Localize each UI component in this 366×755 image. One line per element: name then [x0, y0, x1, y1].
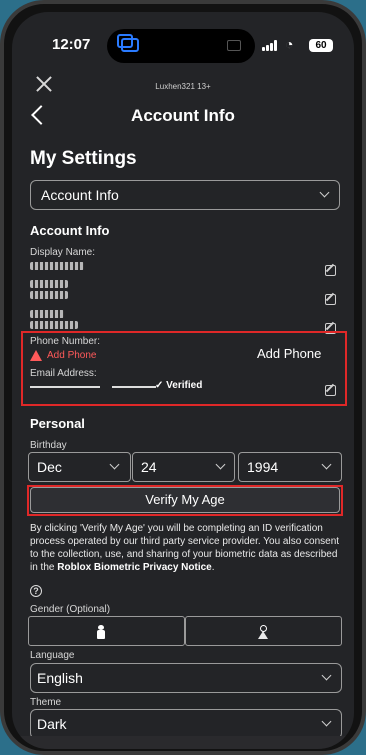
email-address-label: Email Address:: [30, 368, 97, 379]
theme-value: Dark: [37, 716, 67, 732]
camera-indicator-icon: [227, 40, 241, 51]
status-bar: 12:07 ◔ 60: [12, 12, 354, 64]
male-icon: [97, 625, 105, 639]
redacted-field-line-1: [30, 310, 64, 318]
settings-section-select[interactable]: Account Info: [30, 180, 340, 210]
birth-day-select[interactable]: 24: [132, 452, 235, 482]
email-verified-status: ✓ Verified: [155, 380, 203, 391]
chevron-down-icon: [109, 459, 120, 470]
birth-month-value: Dec: [37, 459, 62, 475]
birth-year-value: 1994: [247, 459, 279, 475]
screen-mirror-icon: [117, 34, 139, 52]
birth-year-select[interactable]: 1994: [238, 452, 342, 482]
edit-email-icon[interactable]: [325, 385, 336, 396]
settings-heading: My Settings: [30, 148, 137, 169]
bottom-edge: [12, 736, 354, 749]
language-value: English: [37, 670, 83, 686]
personal-section-title: Personal: [30, 416, 85, 431]
username-label: Luxhen321 13+: [155, 82, 211, 91]
theme-select[interactable]: Dark: [30, 709, 342, 739]
chevron-down-icon: [321, 716, 332, 727]
help-icon[interactable]: ?: [30, 585, 42, 597]
chevron-down-icon: [215, 459, 226, 470]
language-select[interactable]: English: [30, 663, 342, 693]
add-phone-button[interactable]: Add Phone: [257, 346, 321, 361]
edit-display-name-icon[interactable]: [325, 265, 336, 276]
gender-male-button[interactable]: [28, 616, 185, 646]
redacted-display-name: [30, 262, 84, 270]
app-screen: 12:07 ◔ 60 Luxhen321 13+ Account Info My…: [12, 12, 354, 749]
verify-my-age-button[interactable]: Verify My Age: [30, 487, 340, 513]
settings-section-value: Account Info: [41, 187, 119, 203]
status-time: 12:07: [52, 36, 91, 53]
chevron-down-icon: [321, 670, 332, 681]
dynamic-island: [107, 29, 255, 63]
gender-female-button[interactable]: [185, 616, 342, 646]
wifi-icon: ◔: [285, 36, 294, 52]
top-bar: Luxhen321 13+: [12, 68, 354, 98]
page-title: Account Info: [131, 106, 235, 125]
redacted-username-line-1: [30, 280, 68, 288]
redacted-username-line-2: [30, 291, 68, 299]
birth-day-value: 24: [141, 459, 157, 475]
warning-icon: [30, 350, 42, 361]
display-name-label: Display Name:: [30, 247, 96, 258]
battery-indicator: 60: [309, 39, 333, 52]
verify-disclaimer: By clicking 'Verify My Age' you will be …: [30, 523, 340, 573]
theme-label: Theme: [30, 697, 62, 708]
phone-frame: 12:07 ◔ 60 Luxhen321 13+ Account Info My…: [0, 0, 366, 755]
page-header: Account Info: [12, 100, 354, 136]
phone-number-label: Phone Number:: [30, 336, 101, 347]
chevron-down-icon: [319, 187, 330, 198]
redacted-field-line-2: [30, 321, 78, 329]
account-info-title: Account Info: [30, 223, 110, 238]
chevron-down-icon: [321, 459, 332, 470]
language-label: Language: [30, 650, 75, 661]
biometric-privacy-notice-link[interactable]: Roblox Biometric Privacy Notice: [57, 562, 212, 573]
birthday-label: Birthday: [30, 440, 67, 451]
checkmark-icon: ✓: [155, 380, 167, 391]
birth-month-select[interactable]: Dec: [28, 452, 131, 482]
gender-label: Gender (Optional): [30, 604, 111, 615]
edit-username-icon[interactable]: [325, 294, 336, 305]
female-icon: [258, 625, 268, 639]
add-phone-link[interactable]: Add Phone: [47, 350, 97, 361]
cellular-signal-icon: [262, 40, 278, 51]
redacted-email-right: [112, 386, 156, 388]
redacted-email-left: [30, 386, 100, 388]
